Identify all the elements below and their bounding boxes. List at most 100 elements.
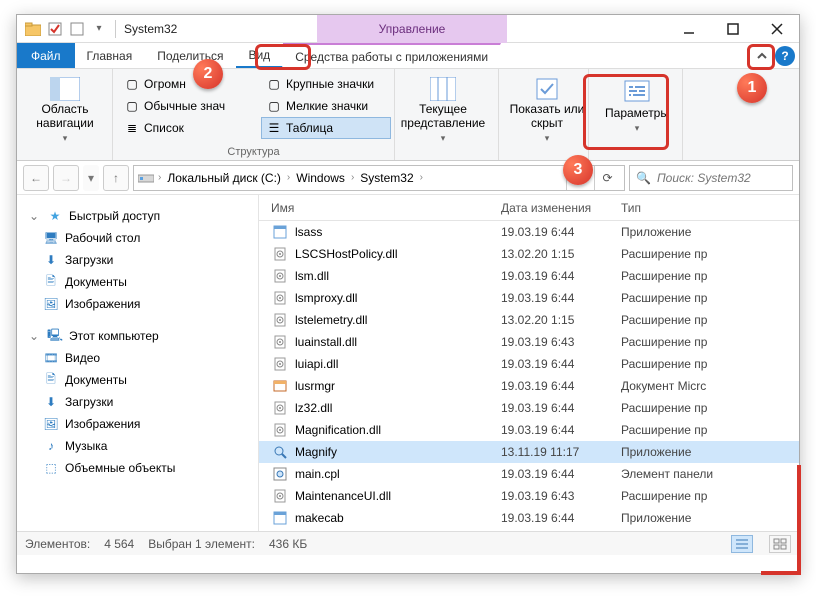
file-name: luainstall.dll (295, 335, 357, 349)
file-row[interactable]: main.cpl19.03.19 6:44Элемент панели (259, 463, 799, 485)
file-icon (271, 290, 289, 306)
up-button[interactable]: ↑ (103, 165, 129, 191)
col-type[interactable]: Тип (621, 201, 799, 215)
tab-app-tools[interactable]: Средства работы с приложениями (283, 43, 501, 68)
file-icon (271, 334, 289, 350)
search-box[interactable]: 🔍 (629, 165, 793, 191)
status-count: 4 564 (104, 537, 134, 551)
file-icon (271, 356, 289, 372)
layout-large[interactable]: ▢Крупные значки (261, 73, 391, 95)
file-row[interactable]: lsm.dll19.03.19 6:44Расширение пр (259, 265, 799, 287)
file-type: Расширение пр (621, 357, 799, 371)
show-hide-button[interactable]: Показать или скрыт ▾ (505, 73, 589, 143)
tree-downloads-pc[interactable]: ⬇Загрузки (21, 391, 254, 413)
minimize-button[interactable] (667, 15, 711, 43)
qat-checkbox-icon[interactable] (45, 19, 65, 39)
tab-home[interactable]: Главная (75, 43, 146, 68)
file-icon (271, 400, 289, 416)
file-date: 19.03.19 6:43 (501, 489, 621, 503)
chevron-down-icon[interactable]: ⌄ (29, 329, 41, 343)
tree-downloads[interactable]: ⬇Загрузки (21, 249, 254, 271)
file-row[interactable]: luainstall.dll19.03.19 6:43Расширение пр (259, 331, 799, 353)
details-view-icon[interactable] (731, 535, 753, 553)
options-icon (621, 77, 653, 105)
tree-quick-access[interactable]: ⌄ ★ Быстрый доступ (21, 205, 254, 227)
file-row[interactable]: lsass19.03.19 6:44Приложение (259, 221, 799, 243)
tree-3d[interactable]: ⬚Объемные объекты (21, 457, 254, 479)
explorer-body: ⌄ ★ Быстрый доступ 🖥Рабочий стол ⬇Загруз… (17, 195, 799, 531)
nav-tree[interactable]: ⌄ ★ Быстрый доступ 🖥Рабочий стол ⬇Загруз… (17, 195, 259, 531)
file-name: lsmproxy.dll (295, 291, 357, 305)
tree-pictures[interactable]: 🖼Изображения (21, 293, 254, 315)
music-icon: ♪ (43, 438, 59, 454)
collapse-ribbon-icon[interactable] (751, 45, 773, 67)
layout-list[interactable]: ≣Список (119, 117, 259, 139)
file-row[interactable]: makecab19.03.19 6:44Приложение (259, 507, 799, 529)
chevron-down-icon: ▾ (63, 133, 68, 143)
layout-details[interactable]: ☰Таблица (261, 117, 391, 139)
crumb-windows[interactable]: Windows (292, 171, 349, 185)
address-dropdown-icon[interactable]: ⌄ (566, 166, 592, 190)
layout-medium[interactable]: ▢Обычные знач (119, 95, 259, 117)
file-row[interactable]: lz32.dll19.03.19 6:44Расширение пр (259, 397, 799, 419)
col-date[interactable]: Дата изменения (501, 201, 621, 215)
options-button[interactable]: Параметры ▾ (595, 73, 679, 143)
qat-dropdown-icon[interactable]: ▾ (89, 19, 109, 39)
pictures-icon: 🖼 (43, 416, 59, 432)
current-view-button[interactable]: Текущее представление ▾ (401, 73, 485, 143)
tree-videos[interactable]: 🎞Видео (21, 347, 254, 369)
layout-options: ▢Огромн ▢Крупные значки ▢Обычные знач ▢М… (119, 73, 388, 139)
file-row[interactable]: LSCSHostPolicy.dll13.02.20 1:15Расширени… (259, 243, 799, 265)
tree-documents-pc[interactable]: 🖹Документы (21, 369, 254, 391)
file-row[interactable]: Magnification.dll19.03.19 6:44Расширение… (259, 419, 799, 441)
tab-view[interactable]: Вид (236, 43, 283, 68)
file-row[interactable]: lusrmgr19.03.19 6:44Документ Micrс (259, 375, 799, 397)
layout-extra-large[interactable]: ▢Огромн (119, 73, 259, 95)
tree-documents[interactable]: 🖹Документы (21, 271, 254, 293)
chevron-right-icon[interactable]: › (420, 172, 423, 183)
title-bar: ▾ System32 Управление (17, 15, 799, 43)
file-date: 19.03.19 6:43 (501, 335, 621, 349)
address-bar[interactable]: › Локальный диск (C:) › Windows › System… (133, 165, 625, 191)
tree-pictures-pc[interactable]: 🖼Изображения (21, 413, 254, 435)
file-date: 19.03.19 6:44 (501, 225, 621, 239)
file-type: Расширение пр (621, 423, 799, 437)
file-date: 19.03.19 6:44 (501, 357, 621, 371)
column-headers[interactable]: Имя Дата изменения Тип (259, 195, 799, 221)
tab-share[interactable]: Поделиться (145, 43, 236, 68)
back-button[interactable]: ← (23, 165, 49, 191)
crumb-system32[interactable]: System32 (356, 171, 417, 185)
tree-desktop[interactable]: 🖥Рабочий стол (21, 227, 254, 249)
address-row: ← → ▾ ↑ › Локальный диск (C:) › Windows … (17, 161, 799, 195)
chevron-down-icon[interactable]: ⌄ (29, 209, 41, 223)
file-date: 19.03.19 6:44 (501, 379, 621, 393)
maximize-button[interactable] (711, 15, 755, 43)
col-name[interactable]: Имя (271, 201, 501, 215)
file-icon (271, 488, 289, 504)
crumb-drive[interactable]: Локальный диск (C:) (163, 171, 285, 185)
file-date: 13.11.19 11:17 (501, 445, 621, 459)
tree-this-pc[interactable]: ⌄ 🖳 Этот компьютер (21, 325, 254, 347)
file-row[interactable]: Magnify13.11.19 11:17Приложение (259, 441, 799, 463)
navigation-pane-button[interactable]: Область навигации ▾ (23, 73, 107, 143)
file-row[interactable]: lsmproxy.dll19.03.19 6:44Расширение пр (259, 287, 799, 309)
search-input[interactable] (657, 171, 786, 185)
tab-file[interactable]: Файл (17, 43, 75, 68)
help-icon[interactable]: ? (775, 46, 795, 66)
file-type: Приложение (621, 225, 799, 239)
refresh-icon[interactable]: ⟳ (594, 166, 620, 190)
bottom-right-notch (761, 465, 801, 575)
close-button[interactable] (755, 15, 799, 43)
download-icon: ⬇ (43, 394, 59, 410)
file-row[interactable]: luiapi.dll19.03.19 6:44Расширение пр (259, 353, 799, 375)
nav-pane-icon (49, 77, 81, 101)
forward-button[interactable]: → (53, 165, 79, 191)
file-name: lstelemetry.dll (295, 313, 367, 327)
qat-item-icon[interactable] (67, 19, 87, 39)
file-row[interactable]: MaintenanceUI.dll19.03.19 6:43Расширение… (259, 485, 799, 507)
tree-music[interactable]: ♪Музыка (21, 435, 254, 457)
chevron-down-icon: ▾ (635, 123, 640, 133)
layout-small[interactable]: ▢Мелкие значки (261, 95, 391, 117)
recent-locations-button[interactable]: ▾ (83, 165, 99, 191)
file-row[interactable]: lstelemetry.dll13.02.20 1:15Расширение п… (259, 309, 799, 331)
